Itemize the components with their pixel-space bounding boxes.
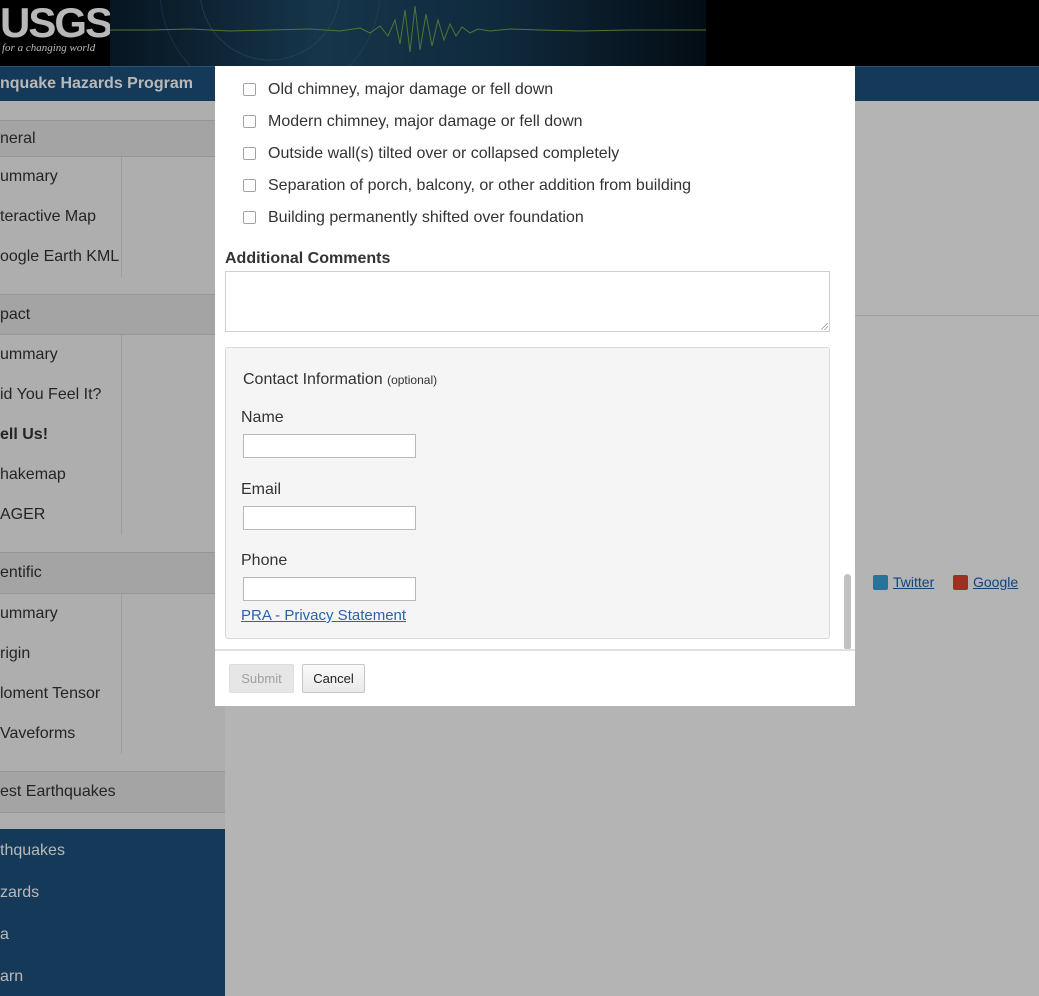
modal-scrollbar[interactable]: [841, 74, 853, 650]
checkbox-label[interactable]: Building permanently shifted over founda…: [268, 208, 584, 228]
scrollbar-thumb[interactable]: [844, 574, 851, 650]
modal-footer: Submit Cancel: [215, 651, 855, 706]
contact-information-fieldset: Contact Information (optional) Name Emai…: [225, 347, 830, 639]
felt-report-modal: Old chimney, major damage or fell down M…: [215, 66, 855, 706]
checkbox[interactable]: [243, 179, 256, 192]
name-label: Name: [241, 409, 284, 426]
checkbox-label[interactable]: Modern chimney, major damage or fell dow…: [268, 112, 583, 132]
additional-comments-textarea[interactable]: [225, 271, 830, 332]
checkbox[interactable]: [243, 115, 256, 128]
email-field[interactable]: [243, 506, 416, 530]
optional-note: (optional): [387, 373, 438, 387]
privacy-statement-link[interactable]: PRA - Privacy Statement: [241, 607, 406, 624]
name-field[interactable]: [243, 434, 416, 458]
checkbox[interactable]: [243, 147, 256, 160]
checkbox-label[interactable]: Separation of porch, balcony, or other a…: [268, 176, 691, 196]
checkbox-label[interactable]: Old chimney, major damage or fell down: [268, 80, 553, 100]
modal-body: Old chimney, major damage or fell down M…: [215, 66, 855, 649]
submit-button[interactable]: Submit: [229, 664, 294, 693]
checkbox[interactable]: [243, 83, 256, 96]
contact-information-legend: Contact Information (optional): [243, 371, 438, 388]
phone-field[interactable]: [243, 577, 416, 601]
email-label: Email: [241, 481, 282, 498]
phone-label: Phone: [241, 552, 288, 569]
checkbox-label[interactable]: Outside wall(s) tilted over or collapsed…: [268, 144, 619, 164]
additional-comments-label: Additional Comments: [225, 250, 391, 267]
resize-grip-icon[interactable]: [821, 323, 828, 330]
cancel-button[interactable]: Cancel: [302, 664, 365, 693]
checkbox[interactable]: [243, 211, 256, 224]
